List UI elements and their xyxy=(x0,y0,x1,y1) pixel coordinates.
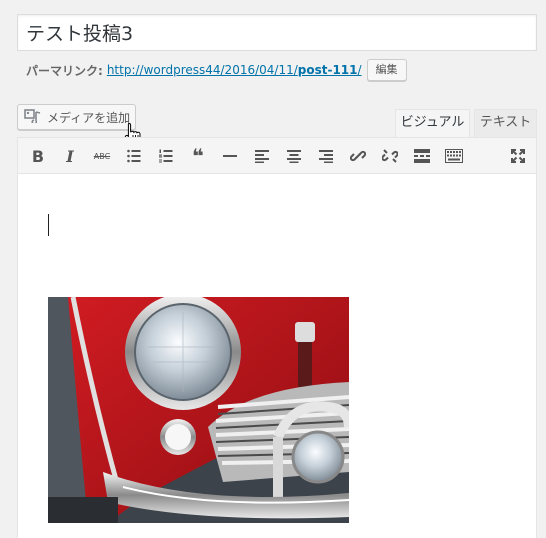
numbered-list-icon[interactable] xyxy=(152,138,180,174)
bold-icon[interactable]: B xyxy=(24,138,52,174)
car-headlight-image[interactable] xyxy=(48,297,349,523)
permalink-link[interactable]: http://wordpress44/2016/04/11/post-111/ xyxy=(107,63,362,77)
italic-icon[interactable]: I xyxy=(56,138,84,174)
align-center-icon[interactable] xyxy=(280,138,308,174)
editor-toolbar: B I ABC ❝ xyxy=(17,137,537,174)
text-caret xyxy=(48,214,49,236)
align-right-icon[interactable] xyxy=(312,138,340,174)
bullet-list-icon[interactable] xyxy=(120,138,148,174)
toolbar-toggle-icon[interactable] xyxy=(440,138,468,174)
horizontal-line-icon[interactable] xyxy=(216,138,244,174)
permalink-label: パーマリンク: xyxy=(26,63,103,78)
add-media-label: メディアを追加 xyxy=(47,110,131,125)
remove-link-icon[interactable] xyxy=(376,138,404,174)
editor-content-area[interactable] xyxy=(17,174,537,538)
blockquote-icon[interactable]: ❝ xyxy=(184,138,212,174)
tab-visual[interactable]: ビジュアル xyxy=(395,109,470,137)
read-more-icon[interactable] xyxy=(408,138,436,174)
fullscreen-icon[interactable] xyxy=(504,138,532,174)
tab-text[interactable]: テキスト xyxy=(474,109,537,137)
align-left-icon[interactable] xyxy=(248,138,276,174)
strikethrough-icon[interactable]: ABC xyxy=(88,138,116,174)
insert-link-icon[interactable] xyxy=(344,138,372,174)
media-icon xyxy=(24,108,42,126)
permalink-row: パーマリンク: http://wordpress44/2016/04/11/po… xyxy=(26,58,407,82)
edit-permalink-button[interactable]: 編集 xyxy=(366,59,407,81)
post-title-input[interactable] xyxy=(17,14,537,51)
add-media-button[interactable]: メディアを追加 xyxy=(17,104,136,130)
